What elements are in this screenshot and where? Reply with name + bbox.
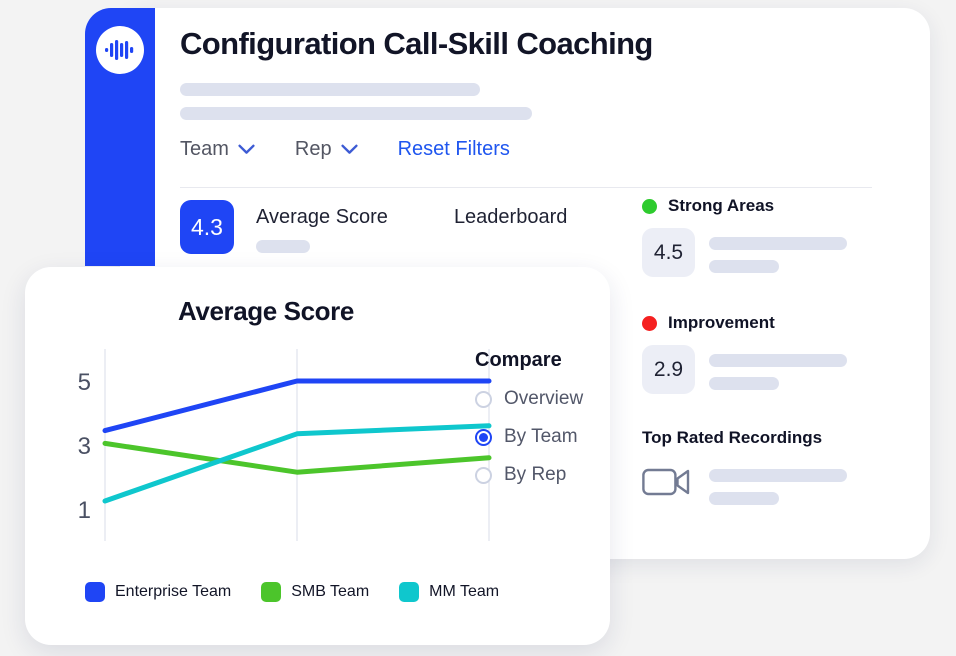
chevron-down-icon (341, 144, 358, 154)
compare-option-label: By Rep (504, 464, 567, 485)
radio-selected-icon[interactable] (475, 428, 492, 446)
top-rated-recordings-title: Top Rated Recordings (642, 428, 823, 447)
recording-placeholders (709, 464, 847, 505)
improvement-title: Improvement (668, 313, 775, 332)
page-title: Configuration Call-Skill Coaching (180, 26, 653, 61)
compare-option-label: By Team (504, 426, 578, 447)
app-sidebar (85, 8, 155, 266)
tabs-row: 4.3 Average Score Leaderboard (180, 200, 567, 254)
compare-option-overview[interactable]: Overview (475, 388, 583, 410)
tab-average-score-placeholder (256, 240, 310, 253)
filter-bar: Team Rep Reset Filters (180, 138, 510, 161)
filter-team[interactable]: Team (180, 138, 275, 161)
header-placeholder-line-2 (180, 107, 532, 120)
compare-option-by-team[interactable]: By Team (475, 426, 583, 448)
compare-option-label: Overview (504, 388, 584, 409)
legend-label: SMB Team (291, 583, 370, 600)
y-axis-tick-label: 1 (78, 497, 91, 524)
radio-unselected-icon[interactable] (475, 390, 492, 408)
red-status-dot-icon (642, 315, 657, 331)
improvement-value: 2.9 (642, 345, 695, 394)
placeholder-bar (709, 237, 847, 250)
strong-areas-placeholders (709, 228, 847, 273)
strong-areas-title: Strong Areas (668, 196, 775, 215)
y-axis-tick-label: 5 (78, 369, 91, 396)
legend-label: Enterprise Team (115, 583, 232, 600)
placeholder-bar (709, 354, 847, 367)
top-rated-recordings-item[interactable] (642, 464, 890, 505)
strong-areas-value: 4.5 (642, 228, 695, 277)
green-status-dot-icon (642, 198, 657, 214)
placeholder-bar (709, 469, 847, 482)
legend-item[interactable]: MM Team (399, 582, 499, 602)
compare-radio-group: Compare Overview By Team By Rep (475, 349, 583, 486)
legend-item[interactable]: SMB Team (261, 582, 369, 602)
compare-option-by-rep[interactable]: By Rep (475, 464, 583, 486)
filter-rep[interactable]: Rep (295, 138, 378, 161)
placeholder-bar (709, 260, 779, 273)
tab-average-score-label: Average Score (256, 206, 388, 228)
screenshot-root: Configuration Call-Skill Coaching Team R… (0, 0, 956, 656)
video-camera-icon (642, 468, 690, 496)
app-logo[interactable] (96, 26, 144, 74)
chart-legend: Enterprise Team SMB Team MM Team (85, 582, 499, 602)
compare-options: Overview By Team By Rep (475, 388, 583, 486)
audio-waveform-icon (105, 40, 134, 60)
chevron-down-icon (238, 144, 255, 154)
legend-color-swatch (399, 582, 420, 602)
tab-average-score[interactable]: Average Score (256, 200, 388, 254)
tab-leaderboard[interactable]: Leaderboard (454, 200, 567, 254)
filter-team-label: Team (180, 138, 229, 160)
average-score-badge: 4.3 (180, 200, 234, 254)
improvement-placeholders (709, 345, 847, 390)
strong-areas-metric: 4.5 (642, 228, 890, 277)
legend-color-swatch (261, 582, 282, 602)
tabs-divider (180, 187, 872, 188)
placeholder-bar (709, 492, 779, 505)
dashboard-header: Configuration Call-Skill Coaching (180, 26, 900, 120)
average-score-chart-card: Average Score 1 3 5 Compare Overview By Tea… (25, 267, 610, 645)
compare-title: Compare (475, 349, 562, 371)
improvement-heading: Improvement (642, 313, 890, 333)
chart-title: Average Score (178, 296, 354, 326)
legend-color-swatch (85, 582, 105, 602)
radio-unselected-icon[interactable] (475, 466, 492, 484)
header-placeholder-line-1 (180, 83, 480, 96)
filter-rep-label: Rep (294, 138, 332, 160)
reset-filters-link[interactable]: Reset Filters (398, 138, 510, 161)
strong-areas-heading: Strong Areas (642, 196, 890, 216)
legend-label: MM Team (429, 583, 500, 600)
y-axis-tick-label: 3 (78, 433, 91, 460)
line-chart-plot: 1 3 5 (65, 345, 497, 545)
legend-item[interactable]: Enterprise Team (85, 582, 231, 602)
chart-svg: 1 3 5 (78, 349, 492, 541)
insights-panel: Strong Areas 4.5 Improvement 2.9 Top Rat… (642, 196, 890, 505)
placeholder-bar (709, 377, 779, 390)
improvement-metric: 2.9 (642, 345, 890, 394)
